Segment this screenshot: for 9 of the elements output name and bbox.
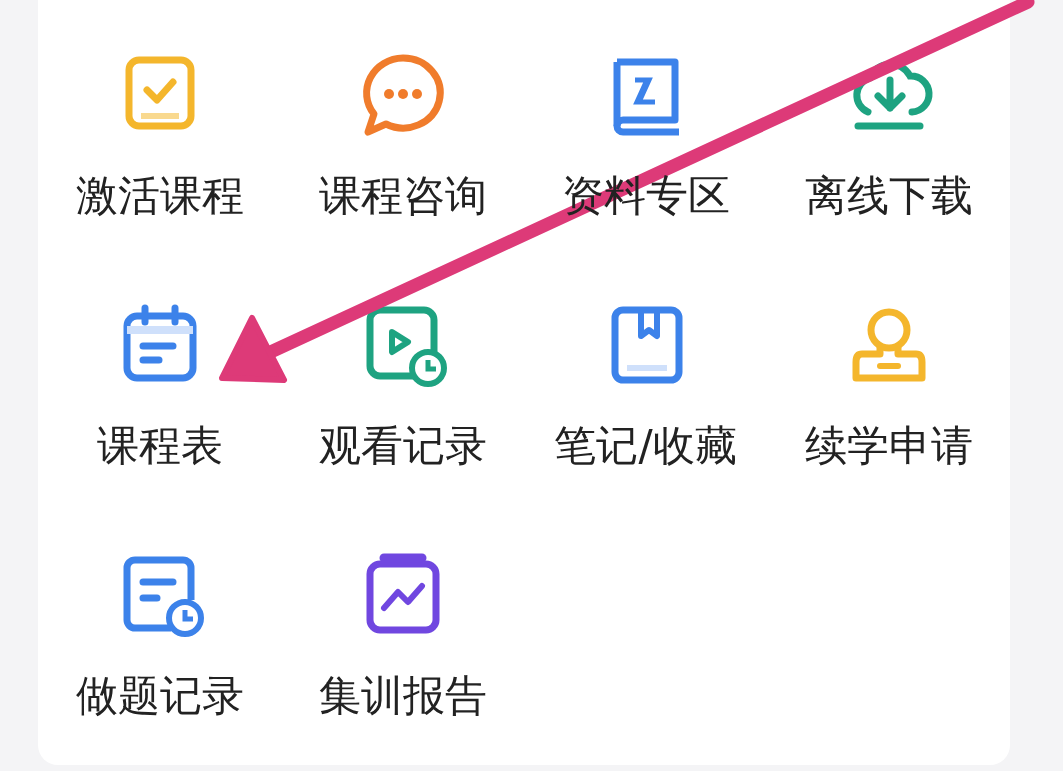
menu-label[interactable]: 笔记/收藏 (554, 420, 737, 472)
menu-label[interactable]: 观看记录 (318, 420, 487, 472)
menu-label[interactable]: 课程表 (96, 420, 223, 472)
menu-label[interactable]: 做题记录 (75, 670, 244, 722)
menu-label[interactable]: 集训报告 (318, 670, 487, 722)
menu-label[interactable]: 续学申请 (804, 420, 973, 472)
menu-label[interactable]: 激活课程 (75, 170, 244, 222)
menu-label[interactable]: 离线下载 (804, 170, 973, 222)
menu-label[interactable]: 课程咨询 (318, 170, 487, 222)
